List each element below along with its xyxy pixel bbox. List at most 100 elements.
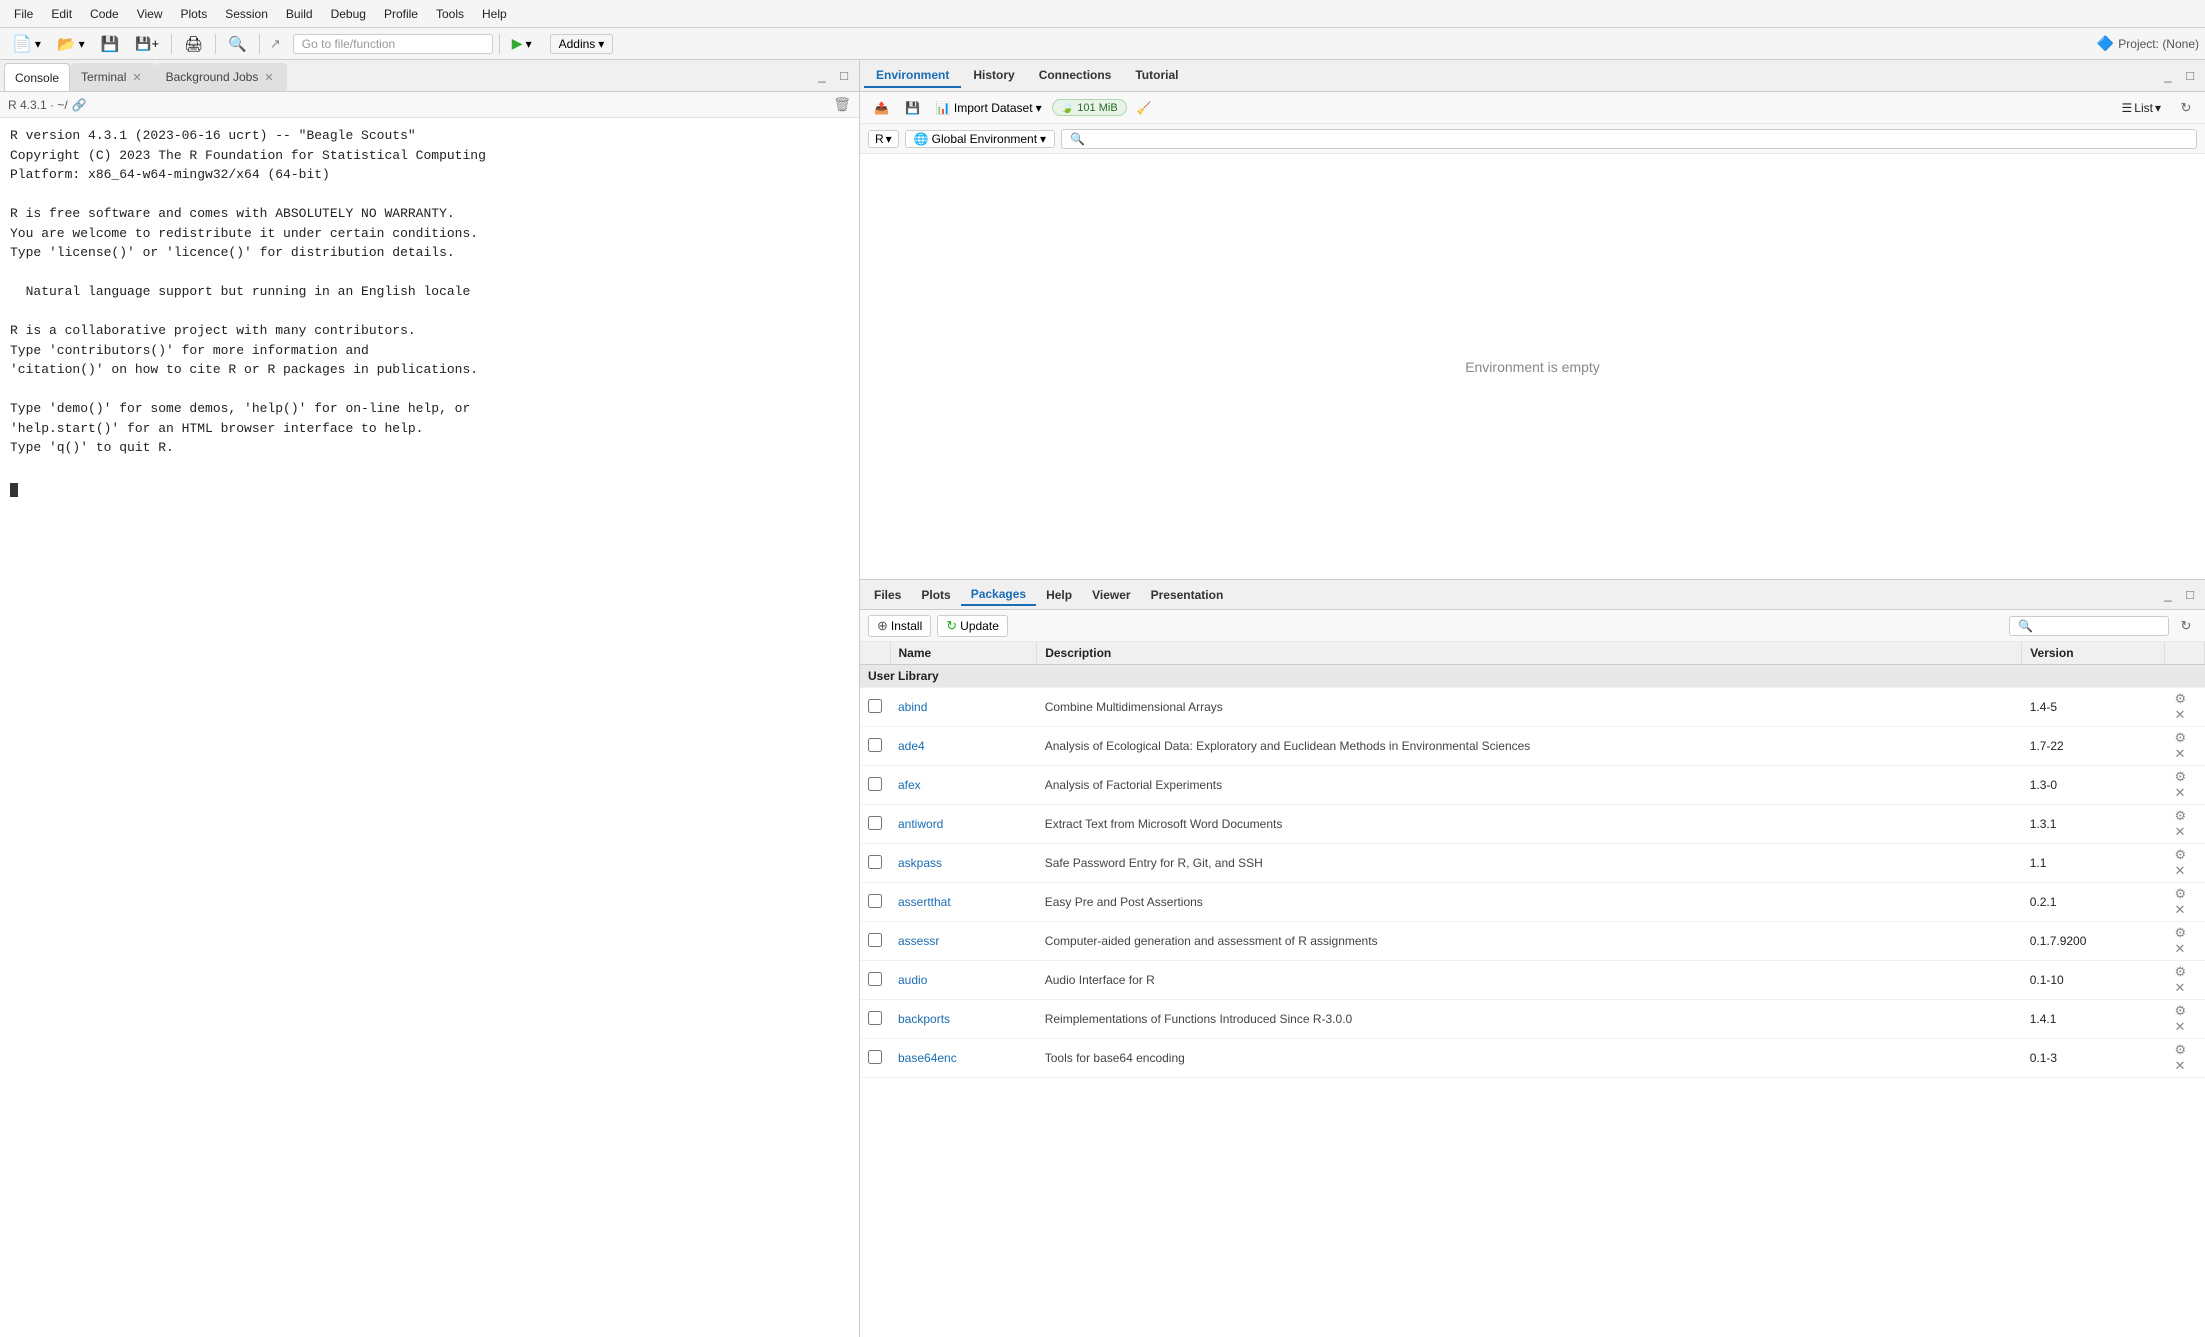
pkg-search-input[interactable]	[2009, 616, 2169, 636]
col-description[interactable]: Description	[1037, 642, 2022, 665]
pkg-update-btn-ade4[interactable]: ⚙	[2173, 730, 2189, 746]
pkg-link-abind[interactable]: abind	[898, 700, 927, 714]
pkg-checkbox-cell[interactable]	[860, 805, 890, 844]
new-file-button[interactable]: 📄 ▾	[6, 32, 47, 56]
tab-environment[interactable]: Environment	[864, 64, 961, 88]
pkg-checkbox-cell[interactable]	[860, 766, 890, 805]
pkg-remove-btn-audio[interactable]: ✕	[2173, 980, 2188, 996]
menu-build[interactable]: Build	[278, 5, 321, 23]
pkg-checkbox-assessr[interactable]	[868, 933, 882, 947]
pkg-remove-btn-assessr[interactable]: ✕	[2173, 941, 2188, 957]
pkg-remove-btn-backports[interactable]: ✕	[2173, 1019, 2188, 1035]
print-button[interactable]: 🖨	[178, 33, 209, 55]
tab-plots[interactable]: Plots	[911, 585, 960, 605]
global-env-button[interactable]: 🌐 Global Environment ▾	[905, 130, 1055, 148]
goto-file-input[interactable]: Go to file/function	[293, 34, 493, 54]
tab-terminal-close[interactable]: ✕	[130, 71, 143, 84]
import-dataset-button[interactable]: 📊 Import Dataset ▾	[930, 99, 1048, 117]
pkg-link-audio[interactable]: audio	[898, 973, 927, 987]
pkg-checkbox-audio[interactable]	[868, 972, 882, 986]
menu-view[interactable]: View	[129, 5, 171, 23]
pkg-update-btn-afex[interactable]: ⚙	[2173, 769, 2189, 785]
collapse-right-bottom-button[interactable]: _	[2157, 584, 2179, 606]
console-clear-button[interactable]: 🗑	[833, 96, 851, 113]
pkg-link-assertthat[interactable]: assertthat	[898, 895, 951, 909]
menu-help[interactable]: Help	[474, 5, 515, 23]
menu-edit[interactable]: Edit	[43, 5, 80, 23]
tab-files[interactable]: Files	[864, 585, 911, 605]
col-name[interactable]: Name	[890, 642, 1037, 665]
save-all-button[interactable]: 💾+	[129, 34, 165, 54]
pkg-checkbox-cell[interactable]	[860, 844, 890, 883]
menu-session[interactable]: Session	[217, 5, 276, 23]
maximize-right-bottom-button[interactable]: □	[2179, 584, 2201, 606]
pkg-checkbox-backports[interactable]	[868, 1011, 882, 1025]
tab-tutorial[interactable]: Tutorial	[1123, 64, 1190, 88]
addins-button[interactable]: Addins ▾	[550, 34, 614, 54]
pkg-remove-btn-ade4[interactable]: ✕	[2173, 746, 2188, 762]
pkg-update-btn-antiword[interactable]: ⚙	[2173, 808, 2189, 824]
open-file-button[interactable]: 📂 ▾	[51, 33, 91, 55]
pkg-link-ade4[interactable]: ade4	[898, 739, 925, 753]
menu-file[interactable]: File	[6, 5, 41, 23]
pkg-link-base64enc[interactable]: base64enc	[898, 1051, 957, 1065]
pkg-checkbox-abind[interactable]	[868, 699, 882, 713]
pkg-update-btn-base64enc[interactable]: ⚙	[2173, 1042, 2189, 1058]
pkg-update-btn-audio[interactable]: ⚙	[2173, 964, 2189, 980]
pkg-remove-btn-base64enc[interactable]: ✕	[2173, 1058, 2188, 1074]
collapse-right-top-button[interactable]: _	[2157, 65, 2179, 87]
refresh-env-button[interactable]: ↻	[2175, 97, 2197, 119]
pkg-update-btn-assertthat[interactable]: ⚙	[2173, 886, 2189, 902]
maximize-left-button[interactable]: □	[833, 65, 855, 87]
menu-debug[interactable]: Debug	[323, 5, 374, 23]
pkg-link-backports[interactable]: backports	[898, 1012, 950, 1026]
list-view-button[interactable]: ☰ List ▾	[2116, 99, 2167, 117]
save-button[interactable]: 💾	[95, 33, 126, 55]
pkg-link-askpass[interactable]: askpass	[898, 856, 942, 870]
col-version[interactable]: Version	[2022, 642, 2165, 665]
pkg-checkbox-cell[interactable]	[860, 1000, 890, 1039]
pkg-update-btn-backports[interactable]: ⚙	[2173, 1003, 2189, 1019]
env-search-input[interactable]	[1061, 129, 2197, 149]
pkg-checkbox-ade4[interactable]	[868, 738, 882, 752]
pkg-checkbox-cell[interactable]	[860, 727, 890, 766]
update-button[interactable]: ↻ Update	[937, 615, 1008, 637]
pkg-link-assessr[interactable]: assessr	[898, 934, 939, 948]
tab-connections[interactable]: Connections	[1027, 64, 1124, 88]
pkg-update-btn-assessr[interactable]: ⚙	[2173, 925, 2189, 941]
install-button[interactable]: ⊕ Install	[868, 615, 931, 637]
pkg-checkbox-cell[interactable]	[860, 922, 890, 961]
pkg-link-antiword[interactable]: antiword	[898, 817, 943, 831]
pkg-checkbox-cell[interactable]	[860, 961, 890, 1000]
tab-history[interactable]: History	[961, 64, 1026, 88]
tab-help[interactable]: Help	[1036, 585, 1082, 605]
pkg-checkbox-antiword[interactable]	[868, 816, 882, 830]
menu-code[interactable]: Code	[82, 5, 127, 23]
tab-console[interactable]: Console	[4, 63, 70, 91]
pkg-remove-btn-assertthat[interactable]: ✕	[2173, 902, 2188, 918]
pkg-remove-btn-afex[interactable]: ✕	[2173, 785, 2188, 801]
refresh-packages-button[interactable]: ↻	[2175, 615, 2197, 637]
pkg-checkbox-cell[interactable]	[860, 688, 890, 727]
find-button[interactable]: 🔍	[222, 33, 253, 55]
pkg-remove-btn-antiword[interactable]: ✕	[2173, 824, 2188, 840]
load-workspace-button[interactable]: 📤	[868, 99, 895, 117]
pkg-checkbox-assertthat[interactable]	[868, 894, 882, 908]
run-code-button[interactable]: ▶ ▾	[506, 33, 538, 54]
pkg-update-btn-abind[interactable]: ⚙	[2173, 691, 2189, 707]
packages-table-container[interactable]: Name Description Version User Library ab…	[860, 642, 2205, 1337]
pkg-remove-btn-askpass[interactable]: ✕	[2173, 863, 2188, 879]
pkg-checkbox-cell[interactable]	[860, 1039, 890, 1078]
collapse-left-button[interactable]: _	[811, 65, 833, 87]
r-version-button[interactable]: R ▾	[868, 130, 899, 148]
menu-profile[interactable]: Profile	[376, 5, 426, 23]
save-workspace-button[interactable]: 💾	[899, 99, 926, 117]
pkg-checkbox-afex[interactable]	[868, 777, 882, 791]
tab-packages[interactable]: Packages	[961, 584, 1036, 606]
console-output[interactable]: R version 4.3.1 (2023-06-16 ucrt) -- "Be…	[0, 118, 859, 1337]
pkg-link-afex[interactable]: afex	[898, 778, 921, 792]
clear-env-button[interactable]: 🧹	[1131, 99, 1158, 117]
pkg-checkbox-askpass[interactable]	[868, 855, 882, 869]
pkg-remove-btn-abind[interactable]: ✕	[2173, 707, 2188, 723]
menu-plots[interactable]: Plots	[173, 5, 216, 23]
